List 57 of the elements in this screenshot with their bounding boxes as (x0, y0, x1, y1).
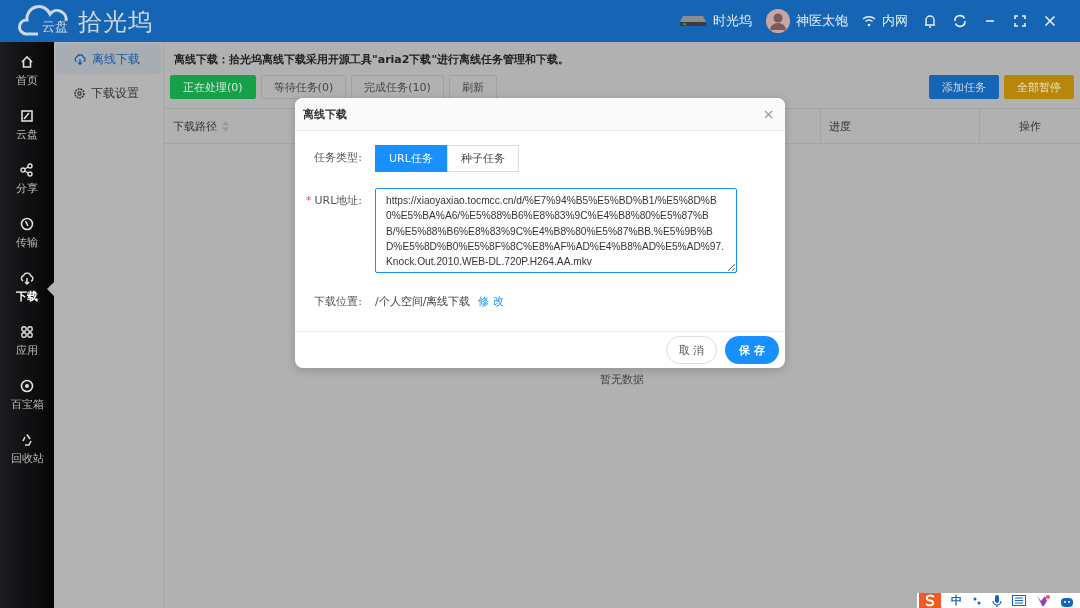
bell-icon[interactable] (922, 13, 938, 29)
empty-text: 暂无数据 (600, 372, 644, 386)
nav-item[interactable]: 下载 (0, 270, 54, 304)
share-icon (19, 162, 35, 178)
network-status: 内网 (882, 12, 908, 30)
nav-item[interactable]: 云盘 (0, 108, 54, 142)
apps-icon (19, 324, 35, 340)
cloud-download-icon (73, 52, 87, 66)
field-label: 任务类型: (314, 150, 362, 167)
home-icon (19, 54, 35, 70)
close-icon[interactable] (1042, 13, 1058, 29)
wheel-icon (19, 378, 35, 394)
nav-item[interactable]: 传输 (0, 216, 54, 250)
column-header: 下载路径 (173, 118, 217, 134)
user-name[interactable]: 神医太饱 (796, 12, 848, 30)
location-path: /个人空间/离线下载 (375, 294, 471, 311)
nav-item[interactable]: 百宝箱 (0, 378, 54, 412)
download-icon (19, 270, 35, 286)
filter-tab[interactable]: 等待任务(0) (260, 75, 347, 99)
dialog-title: 离线下载 (303, 106, 347, 122)
device-name[interactable]: 时光坞 (713, 12, 752, 30)
change-link[interactable]: 修 改 (478, 289, 504, 316)
cancel-button[interactable]: 取 消 (665, 336, 718, 365)
task-type-tab[interactable]: URL任务 (375, 145, 447, 173)
save-button[interactable]: 保 存 (725, 336, 779, 365)
refresh-icon[interactable] (952, 13, 968, 29)
fullscreen-icon[interactable] (1012, 13, 1028, 29)
action-button[interactable]: 添加任务 (929, 75, 999, 99)
refresh-button[interactable]: 刷新 (448, 75, 497, 99)
gear-icon (73, 86, 86, 100)
microphone-icon[interactable] (992, 594, 1002, 607)
logo-title: 拾光坞 (78, 7, 153, 38)
clock-icon (19, 216, 35, 232)
filter-tab[interactable]: 完成任务(10) (351, 75, 444, 99)
nav-item[interactable]: 应用 (0, 324, 54, 358)
required-mark: * (305, 193, 312, 210)
keyboard-icon[interactable] (1012, 595, 1026, 606)
drive-icon (679, 14, 707, 28)
field-label: URL地址: (314, 193, 362, 210)
recycle-icon (19, 432, 35, 448)
subnav-item[interactable]: 离线下载 (56, 44, 161, 74)
wifi-icon (862, 15, 876, 27)
subnav-item[interactable]: 下载设置 (56, 78, 161, 108)
s-logo-icon[interactable] (919, 593, 941, 608)
nav-item[interactable]: 分享 (0, 162, 54, 196)
url-field[interactable]: https://xiaoyaxiao.tocmcc.cn/d/%E7%94%B5%E5%BD%B1/%E5%8D%B0%E5%BA%A6/%E5%88%B6%E8%83%9C%E4%B8%80%E5%87%BB/%E5%88%B6%E8%83%9C%E4%B8%80%E5%87%BB.%E5%9B%BD%E5%8D%B0%E5%8F%8C%E8%AF%AD%E4%B8%AD%E5%AD%97.Knock.Out.2010.WEB-DL.720P.H264.AA.mkv (375, 188, 737, 274)
task-type-tab[interactable]: 种子任务 (446, 145, 519, 173)
description-text: 离线下载：拾光坞离线下载采用开源工具"aria2下载"进行离线任务管理和下载。 (173, 52, 571, 68)
column-header: 操作 (1019, 118, 1041, 134)
nav-item[interactable]: 回收站 (0, 432, 54, 466)
logo-subtitle: 云盘 (42, 18, 68, 36)
nav-item[interactable]: 首页 (0, 54, 54, 88)
dots-icon[interactable] (972, 595, 982, 606)
column-header: 进度 (829, 118, 851, 134)
ime-mode[interactable]: 中 (951, 593, 962, 608)
field-label: 下载位置: (314, 294, 362, 311)
avatar-icon[interactable] (766, 9, 790, 33)
